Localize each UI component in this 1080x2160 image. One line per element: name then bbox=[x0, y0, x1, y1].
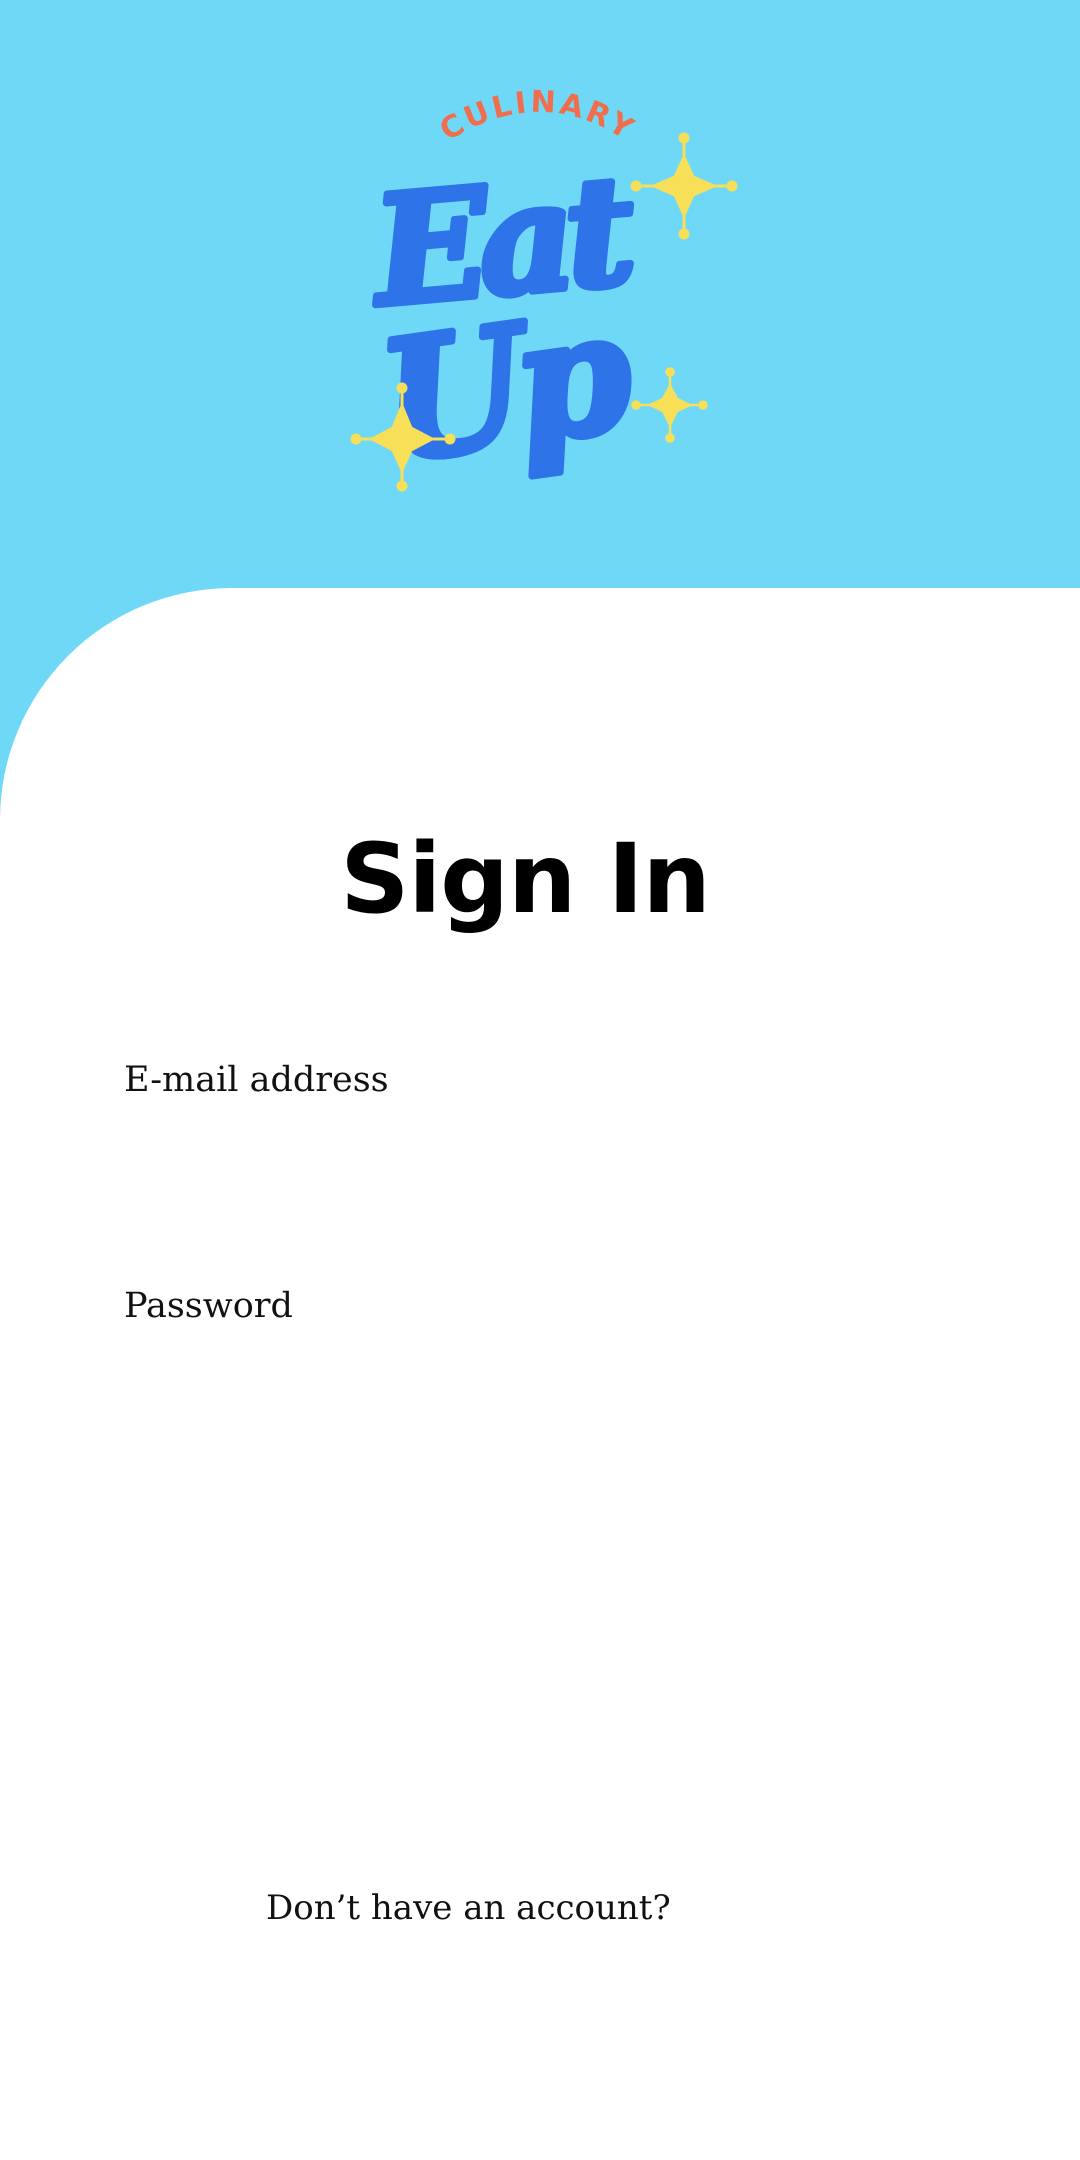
sign-in-screen: CULINARY Eat Up Sign In E-mail address P… bbox=[0, 0, 1080, 2160]
sparkle-icon bbox=[631, 367, 708, 443]
password-label: Password bbox=[124, 1286, 293, 1326]
email-label: E-mail address bbox=[124, 1060, 389, 1100]
email-input[interactable] bbox=[124, 1110, 956, 1194]
sign-in-button[interactable] bbox=[124, 1610, 956, 1720]
logo-word-up: Up bbox=[369, 273, 641, 500]
logo-tagline: CULINARY bbox=[434, 85, 641, 149]
sparkle-icon bbox=[630, 132, 738, 240]
signup-link[interactable]: Don’t have an account? bbox=[266, 1886, 671, 1930]
eat-up-logo: CULINARY Eat Up bbox=[340, 85, 750, 512]
page-title: Sign In bbox=[340, 823, 711, 936]
password-input[interactable] bbox=[124, 1336, 956, 1420]
